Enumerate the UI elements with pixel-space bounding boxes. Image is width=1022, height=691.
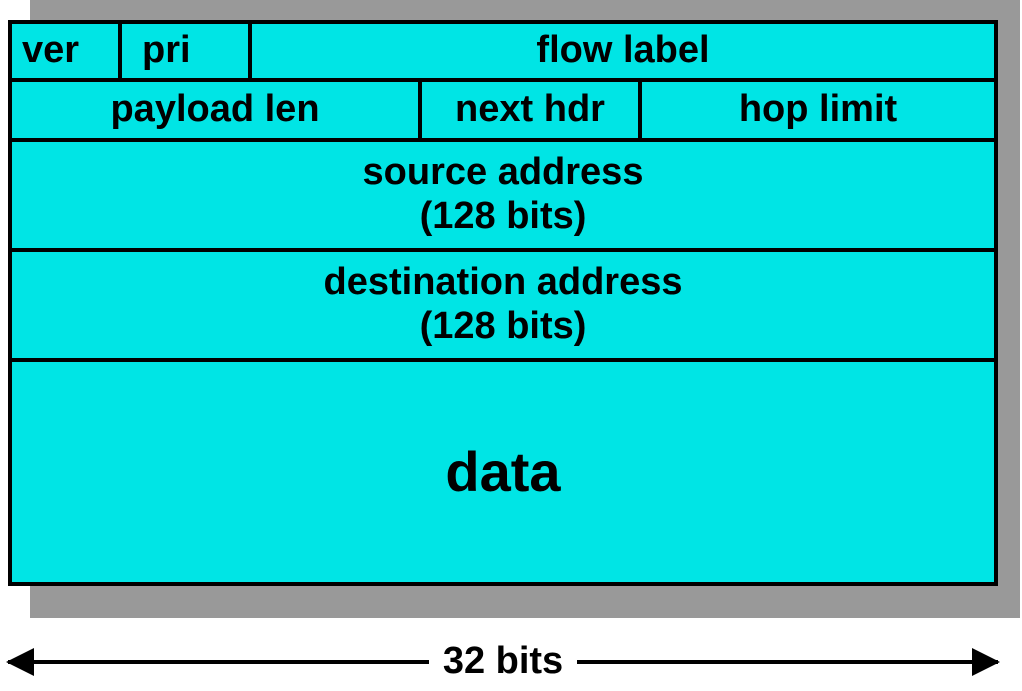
field-payload-length-label: payload len <box>110 88 319 132</box>
field-version: ver <box>12 24 122 78</box>
field-source-address: source address (128 bits) <box>12 142 994 248</box>
arrow-right-icon <box>577 660 998 664</box>
source-address-line2: (128 bits) <box>420 195 587 239</box>
field-hop-limit: hop limit <box>642 82 994 138</box>
row-payload-next-hop: payload len next hdr hop limit <box>12 82 994 142</box>
width-label-text: 32 bits <box>429 640 577 683</box>
field-data-label: data <box>445 440 560 504</box>
field-hop-limit-label: hop limit <box>739 88 897 132</box>
row-version-pri-flow: ver pri flow label <box>12 24 994 82</box>
field-flow-label: flow label <box>252 24 994 78</box>
field-destination-address: destination address (128 bits) <box>12 252 994 358</box>
field-next-header-label: next hdr <box>455 88 605 132</box>
field-priority-label: pri <box>142 29 191 73</box>
field-data: data <box>12 362 994 582</box>
row-source-address: source address (128 bits) <box>12 142 994 252</box>
field-flow-label-text: flow label <box>536 29 709 73</box>
destination-address-line1: destination address <box>324 261 683 305</box>
source-address-line1: source address <box>363 151 644 195</box>
field-next-header: next hdr <box>422 82 642 138</box>
width-indicator: 32 bits <box>8 640 998 683</box>
ipv6-header-diagram: ver pri flow label payload len next hdr … <box>0 0 1022 691</box>
field-payload-length: payload len <box>12 82 422 138</box>
row-data: data <box>12 362 994 582</box>
field-priority: pri <box>122 24 252 78</box>
header-table: ver pri flow label payload len next hdr … <box>8 20 998 586</box>
row-destination-address: destination address (128 bits) <box>12 252 994 362</box>
field-version-label: ver <box>22 29 79 73</box>
arrow-left-icon <box>8 660 429 664</box>
destination-address-line2: (128 bits) <box>420 305 587 349</box>
